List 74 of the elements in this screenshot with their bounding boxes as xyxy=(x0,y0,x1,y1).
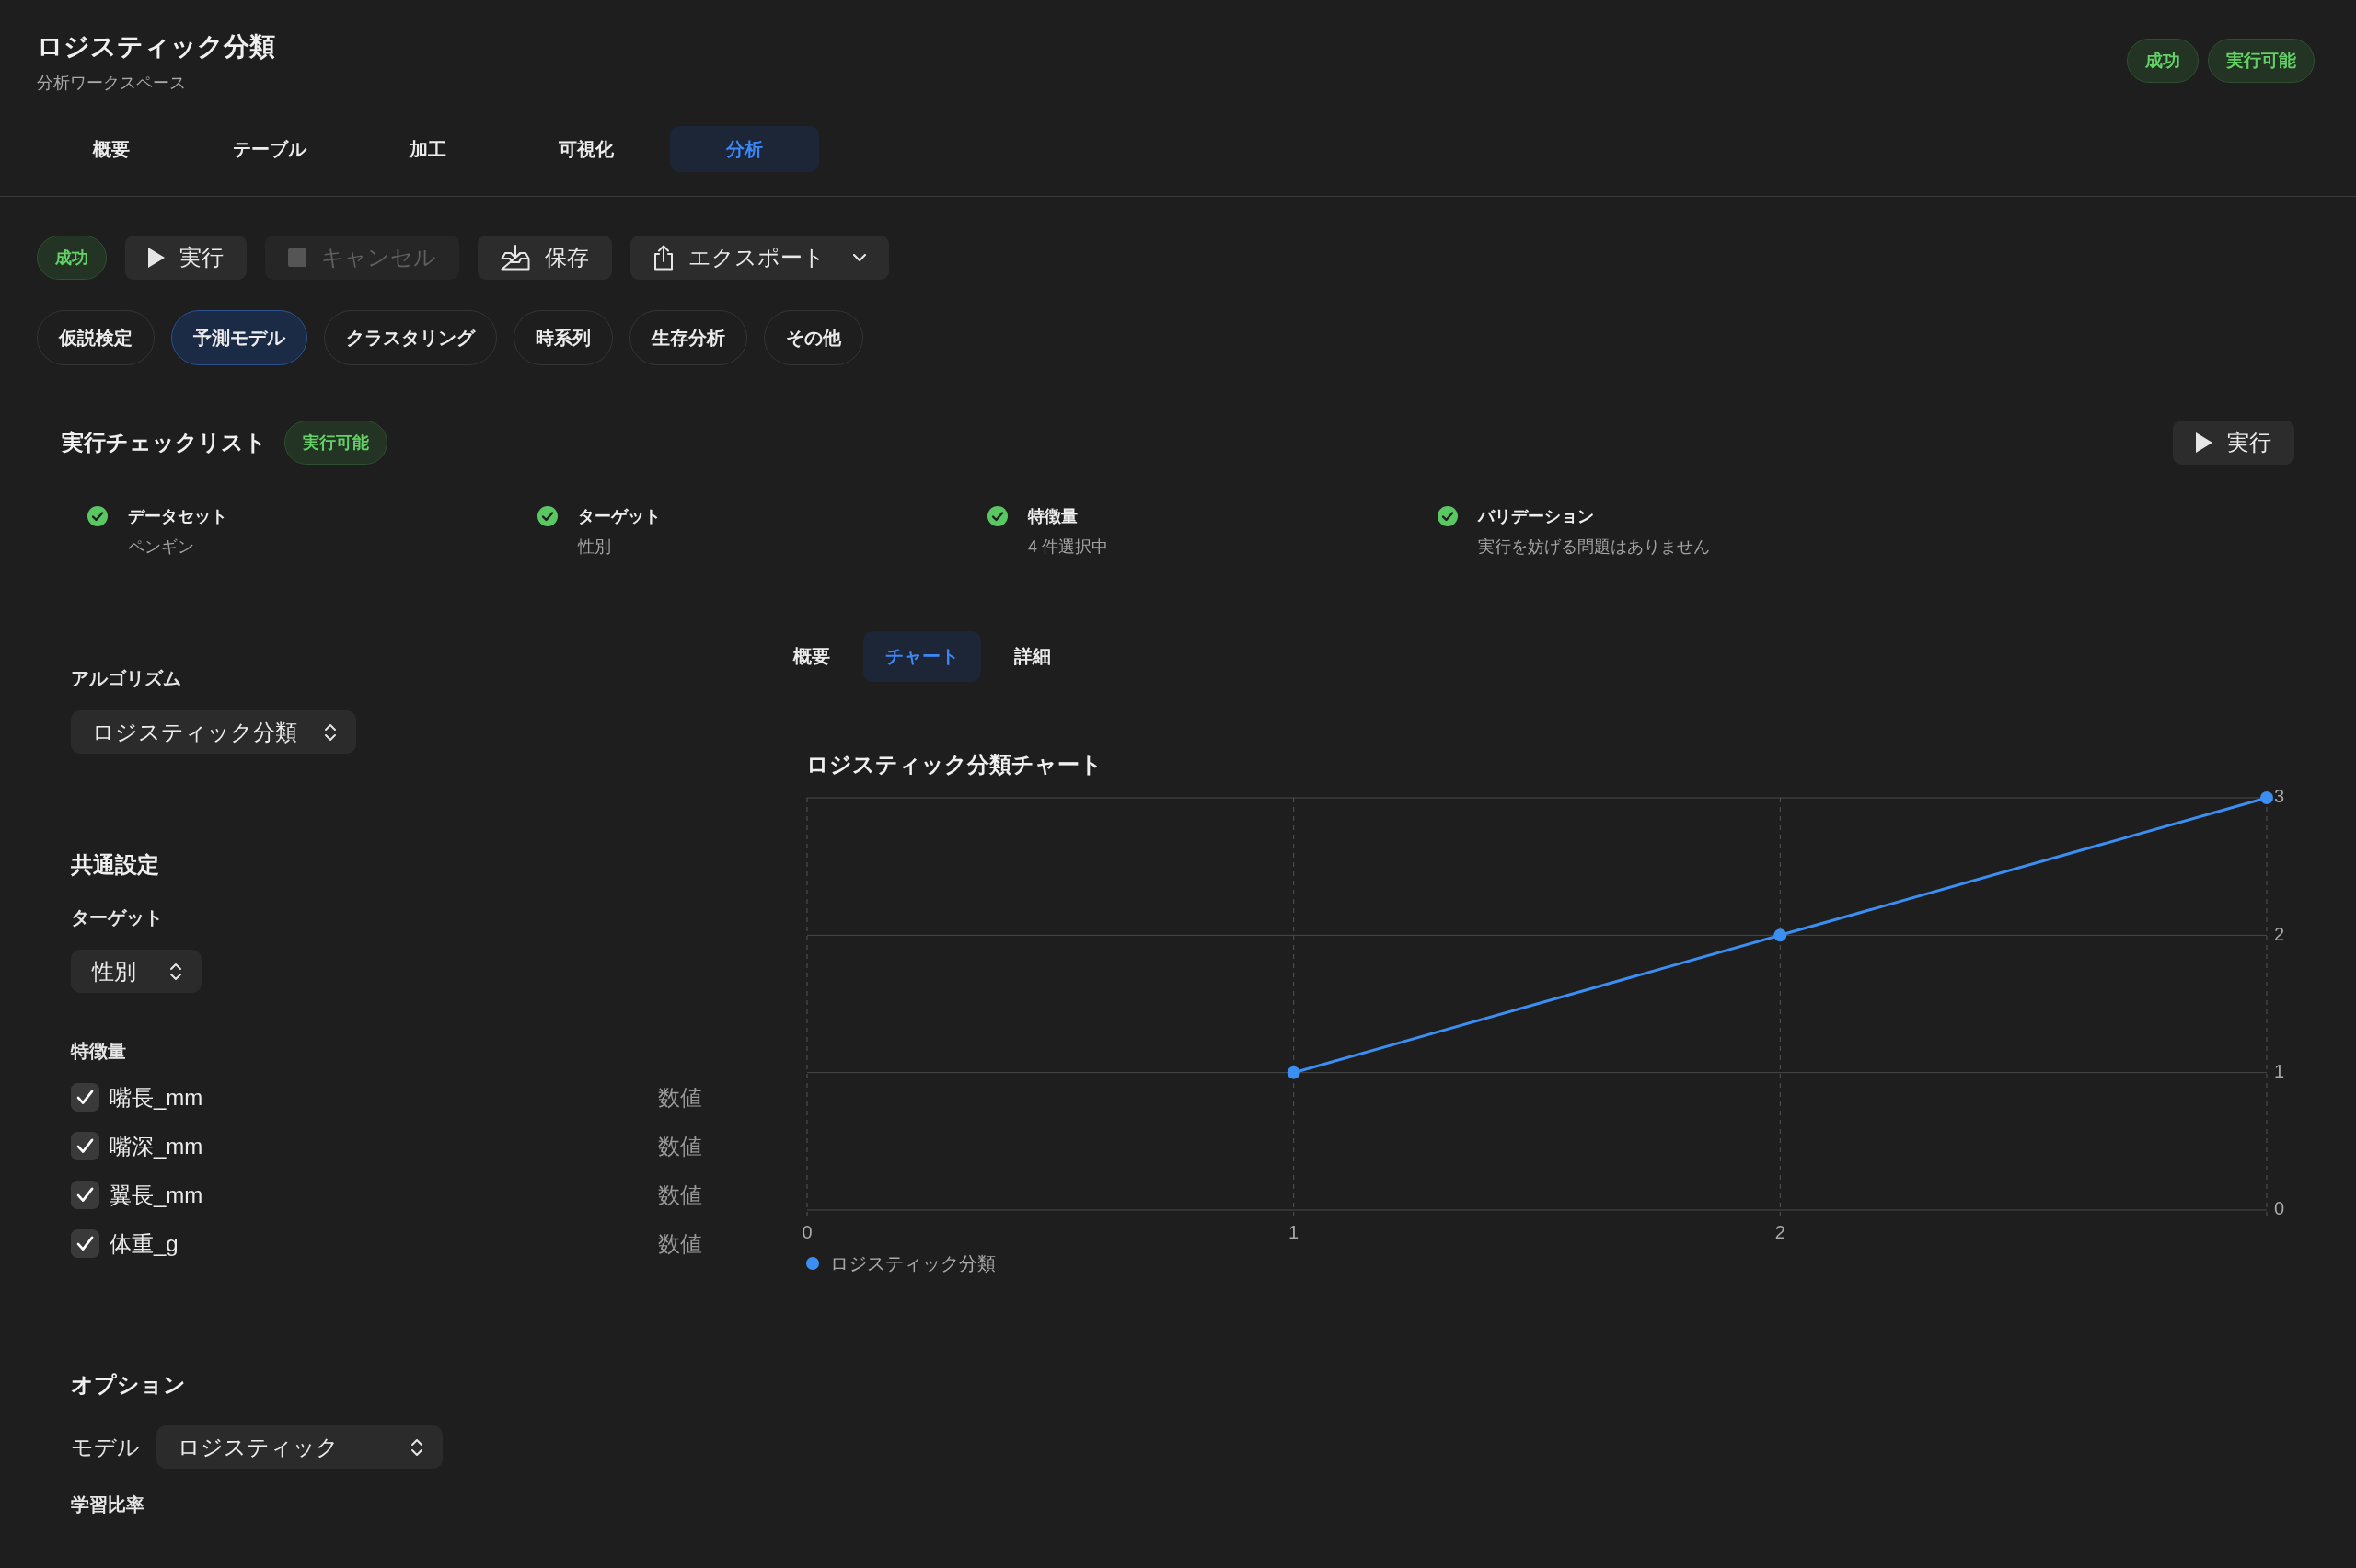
axis-tick-label: 1 xyxy=(1288,1222,1299,1243)
checkmark-icon xyxy=(76,1138,94,1154)
toolbar-button[interactable]: 実行 xyxy=(125,236,247,280)
checkbox[interactable] xyxy=(71,1181,99,1209)
data-point xyxy=(1773,928,1787,942)
checklist-item-title: バリデーション xyxy=(1478,506,1595,527)
data-point xyxy=(2260,791,2273,804)
section-title: 共通設定 xyxy=(71,851,159,879)
up-down-chevron-icon xyxy=(169,961,182,982)
field-label: モデル xyxy=(71,1433,140,1461)
checklist-item-detail: 4 件選択中 xyxy=(1028,536,1108,558)
checkmark-icon xyxy=(76,1090,94,1105)
toolbar-button[interactable]: 保存 xyxy=(478,236,612,280)
page-subtitle: 分析ワークスペース xyxy=(37,73,187,94)
run-button[interactable]: 実行 xyxy=(2173,421,2294,465)
play-icon xyxy=(148,248,165,268)
checklist-item-detail: ペンギン xyxy=(128,536,195,558)
stop-icon xyxy=(288,248,306,267)
result-tab[interactable]: 詳細 xyxy=(992,631,1073,682)
feature-type: 数値 xyxy=(658,1181,702,1209)
checkmark-icon xyxy=(76,1187,94,1203)
field-label: アルゴリズム xyxy=(71,667,181,690)
feature-name: 体重_g xyxy=(110,1229,179,1258)
model-select[interactable]: ロジスティック xyxy=(156,1425,443,1469)
section-title: 実行チェックリスト xyxy=(62,429,267,456)
page-title: ロジスティック分類 xyxy=(37,31,275,63)
field-label: ターゲット xyxy=(71,906,163,929)
checklist-item-title: 特徴量 xyxy=(1028,506,1079,527)
analysis-type-chip[interactable]: 予測モデル xyxy=(171,310,307,365)
checklist-item-detail: 性別 xyxy=(578,536,612,558)
field-label: 特徴量 xyxy=(71,1040,126,1063)
up-down-chevron-icon xyxy=(324,721,337,743)
download-tray-icon xyxy=(501,245,530,271)
result-tab[interactable]: 概要 xyxy=(771,631,852,682)
status-badge: 成功 xyxy=(2127,39,2199,83)
axis-tick-label: 0 xyxy=(802,1222,813,1243)
axis-tick-label: 2 xyxy=(1774,1222,1785,1243)
checklist-item-title: データセット xyxy=(128,506,227,527)
checkbox[interactable] xyxy=(71,1132,99,1160)
axis-tick-label: 0 xyxy=(2274,1198,2285,1219)
checkbox[interactable] xyxy=(71,1229,99,1258)
feature-type: 数値 xyxy=(658,1229,702,1258)
chart-title: ロジスティック分類チャート xyxy=(806,751,1103,778)
up-down-chevron-icon xyxy=(410,1436,423,1458)
result-tab[interactable]: チャート xyxy=(863,631,981,682)
status-badge: 成功 xyxy=(37,236,107,280)
status-badge: 実行可能 xyxy=(284,421,387,465)
nav-tab[interactable]: 分析 xyxy=(670,126,819,172)
status-badge: 実行可能 xyxy=(2208,39,2315,83)
field-label: 学習比率 xyxy=(71,1493,144,1516)
checkmark-icon xyxy=(76,1236,94,1251)
feature-name: 翼長_mm xyxy=(110,1181,203,1209)
checklist-item-detail: 実行を妨げる問題はありません xyxy=(1478,536,1710,558)
axis-tick-label: 2 xyxy=(2274,923,2285,944)
toolbar-button[interactable]: エクスポート xyxy=(630,236,889,280)
nav-tab[interactable]: 概要 xyxy=(37,126,186,172)
feature-type: 数値 xyxy=(658,1132,702,1160)
checkbox[interactable] xyxy=(71,1083,99,1112)
nav-tab[interactable]: 可視化 xyxy=(512,126,661,172)
nav-tab[interactable]: テーブル xyxy=(195,126,344,172)
feature-type: 数値 xyxy=(658,1083,702,1112)
feature-name: 嘴長_mm xyxy=(110,1083,203,1112)
legend-label: ロジスティック分類 xyxy=(830,1252,996,1274)
nav-tab[interactable]: 加工 xyxy=(353,126,502,172)
axis-tick-label: 1 xyxy=(2274,1060,2285,1081)
share-icon xyxy=(653,245,674,271)
data-point xyxy=(1287,1066,1300,1079)
target-select[interactable]: 性別 xyxy=(71,950,202,993)
play-icon xyxy=(2196,432,2212,453)
feature-name: 嘴深_mm xyxy=(110,1132,203,1160)
axis-tick-label: 3 xyxy=(2274,790,2285,807)
section-title: オプション xyxy=(71,1371,186,1399)
checklist-item-title: ターゲット xyxy=(578,506,661,527)
algorithm-select[interactable]: ロジスティック分類 xyxy=(71,710,356,754)
